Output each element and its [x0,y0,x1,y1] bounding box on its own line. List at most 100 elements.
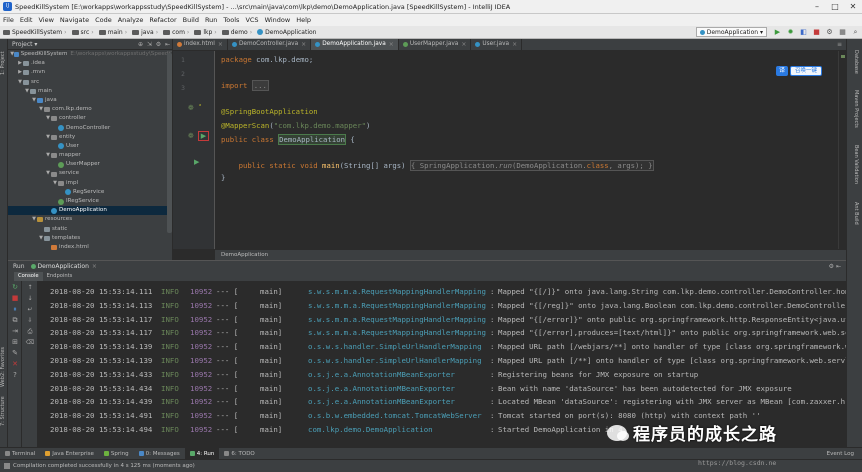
nav-crumb[interactable]: java › [129,29,160,36]
tree-item[interactable]: index.html [8,243,172,252]
menu-refactor[interactable]: Refactor [146,16,179,24]
tree-item[interactable]: ▼ SpeedKillSystem E:\workapps\workappsstud… [8,50,172,59]
tree-item[interactable]: DemoController [8,124,172,133]
tab-overflow-icon[interactable]: ≡ [837,39,846,50]
code-editor[interactable]: package com.lkp.demo; import ... @Spring… [215,51,838,249]
print-icon[interactable]: ⎙ [25,327,35,336]
menu-tools[interactable]: Tools [220,16,242,24]
tree-item[interactable]: ▼ entity [8,133,172,142]
clear-all-icon[interactable]: ⌫ [25,338,35,347]
project-tool-button[interactable]: 1: Project [0,43,8,83]
project-view-select[interactable]: Project ▾ [12,41,37,48]
nav-crumb[interactable]: SpeedKillSystem › [0,29,69,36]
soft-wrap-icon[interactable]: ↵ [25,305,35,314]
collapse-icon[interactable]: ⇲ [145,41,154,48]
event-log-button[interactable]: Event Log [827,451,862,457]
maven-projects-tool-button[interactable]: Maven Projects [851,83,859,135]
nav-crumb[interactable]: demo › [219,29,254,36]
settings-icon[interactable]: ⚙ [825,28,834,37]
globe-icon[interactable]: ⊕ [136,41,145,48]
editor-tab-index-html[interactable]: index.html × [173,39,228,50]
pin-icon[interactable]: ✎ [10,349,20,358]
translate-button[interactable]: 召唤一键 [790,65,823,76]
gear-icon[interactable]: ⚙ [154,41,163,48]
close-tab-icon[interactable]: × [218,39,223,50]
editor-tab-user[interactable]: User.java × [471,39,523,50]
menu-vcs[interactable]: VCS [242,16,261,24]
status-icon[interactable] [4,463,10,469]
tree-item[interactable]: ▼ main [8,87,172,96]
tree-item[interactable]: ▼ impl [8,179,172,188]
menu-navigate[interactable]: Navigate [57,16,92,24]
tree-item[interactable]: UserMapper [8,160,172,169]
tab-console[interactable]: Console [14,272,43,281]
translate-icon[interactable]: 译 [776,65,788,76]
menu-build[interactable]: Build [180,16,202,24]
exit-icon[interactable]: ⇥ [10,327,20,336]
pause-icon[interactable]: ⏸ [10,305,20,314]
nav-crumb[interactable]: main › [96,29,129,36]
editor-scrollbar[interactable] [838,51,846,249]
run-icon[interactable]: ▶ [773,28,782,37]
tool-todo[interactable]: 6: TODO [219,448,259,460]
debug-icon[interactable]: ✹ [786,28,795,37]
tool-run[interactable]: 4: Run [184,447,220,460]
close-tab-icon[interactable]: × [461,39,466,50]
tool-terminal[interactable]: Terminal [0,448,40,460]
down-arrow-icon[interactable]: ↓ [25,294,35,303]
run-gutter-icon[interactable]: ▶ [198,131,209,141]
tree-item[interactable]: RegService [8,188,172,197]
scroll-to-end-icon[interactable]: ⇩ [25,316,35,325]
tree-item[interactable]: ▶ .idea [8,59,172,68]
menu-analyze[interactable]: Analyze [115,16,147,24]
tree-item[interactable]: IRegService [8,197,172,206]
restore-layout-icon[interactable]: ⊞ [10,338,20,347]
tree-scrollbar[interactable] [167,53,172,233]
bean-validation-tool-button[interactable]: Bean Validation [851,139,859,191]
close-tab-icon[interactable]: × [301,39,306,50]
tool-messages[interactable]: 0: Messages [134,448,185,460]
gear-icon[interactable]: ⚙ ⇤ [829,263,846,270]
ant-build-tool-button[interactable]: Ant Build [851,195,859,231]
stop-icon[interactable]: ■ [10,294,20,303]
search-icon[interactable]: ⌕ [851,28,860,37]
rerun-icon[interactable]: ↻ [10,283,20,292]
editor-breadcrumb[interactable]: DemoApplication [215,249,846,260]
stop-icon[interactable]: ■ [812,28,821,37]
close-button[interactable]: ✕ [844,0,862,13]
menu-file[interactable]: File [0,16,17,24]
folded-method-body[interactable]: { SpringApplication.run(DemoApplication.… [409,160,654,171]
tree-item[interactable]: ▼ controller [8,114,172,123]
project-structure-icon[interactable]: ▦ [838,28,847,37]
menu-window[interactable]: Window [262,16,294,24]
close-tab-icon[interactable]: × [92,263,97,270]
menu-run[interactable]: Run [202,16,220,24]
tree-item[interactable]: User [8,142,172,151]
run-tab-demoapplication[interactable]: DemoApplication × [30,263,97,270]
folded-imports[interactable]: ... [251,80,269,91]
help-icon[interactable]: ? [10,371,20,380]
tree-item[interactable]: ▼ com.lkp.demo [8,105,172,114]
web-tool-button[interactable]: Web [0,375,8,389]
spring-bean-icon[interactable]: ❁ [188,132,194,140]
spring-bean-icon[interactable]: ❁ [188,104,194,112]
tool-java-enterprise[interactable]: Java Enterprise [40,448,99,460]
tree-item[interactable]: ▼ resources [8,215,172,224]
tree-item[interactable]: ▼ mapper [8,151,172,160]
tree-item[interactable]: DemoApplication [8,206,172,216]
close-tab-icon[interactable]: × [512,39,517,50]
tool-spring[interactable]: Spring [99,448,134,460]
nav-crumb[interactable]: src › [69,29,96,36]
close-tab-icon[interactable]: × [389,39,394,50]
tree-item[interactable]: static [8,225,172,234]
editor-tab-democontroller[interactable]: DemoController.java × [228,39,312,50]
editor-tab-usermapper[interactable]: UserMapper.java × [399,39,472,50]
menu-help[interactable]: Help [293,16,314,24]
error-stripe-marker[interactable] [841,55,845,58]
tree-item[interactable]: ▶ .mvn [8,68,172,77]
tree-item[interactable]: ▼ java [8,96,172,105]
nav-crumb[interactable]: lkp › [191,29,218,36]
tree-item[interactable]: ▼ service [8,169,172,178]
up-arrow-icon[interactable]: ↑ [25,283,35,292]
minimize-button[interactable]: – [808,0,826,13]
